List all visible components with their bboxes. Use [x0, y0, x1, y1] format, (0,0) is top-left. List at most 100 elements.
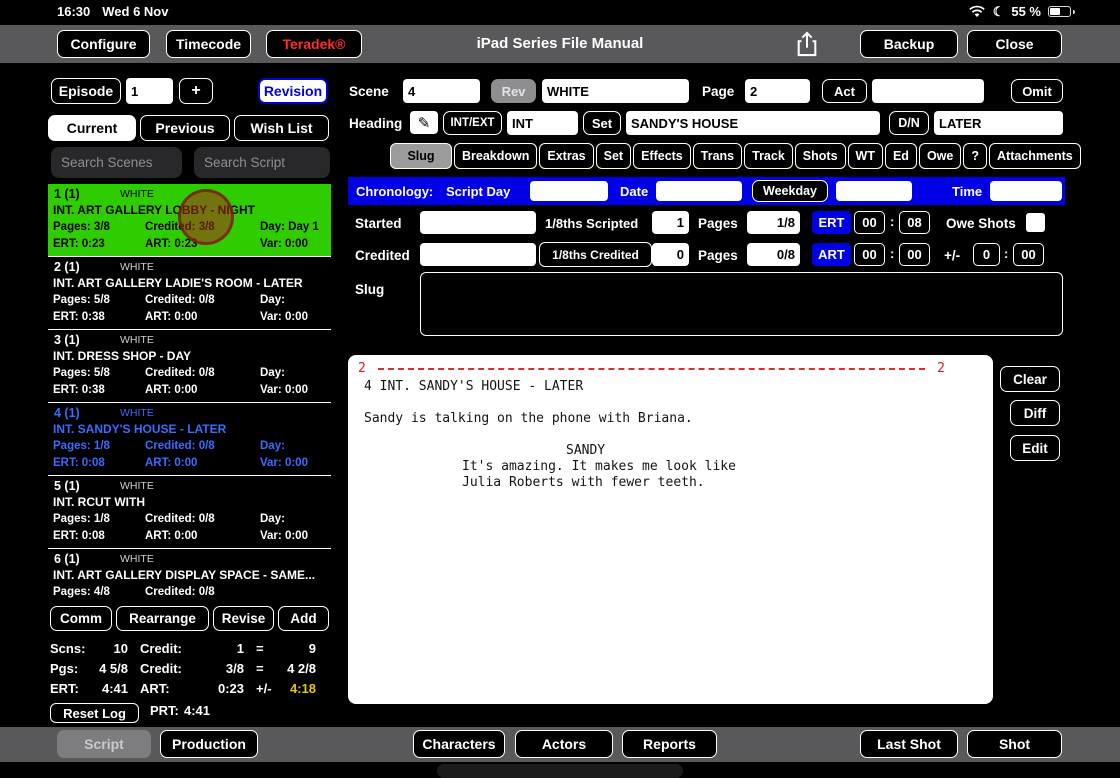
- reset-log-button[interactable]: Reset Log: [50, 703, 139, 723]
- slug-textarea[interactable]: [420, 272, 1063, 336]
- tab-previous[interactable]: Previous: [140, 115, 230, 141]
- share-icon[interactable]: [792, 29, 822, 59]
- art-value: 0:00: [174, 530, 198, 542]
- reports-button[interactable]: Reports: [622, 730, 717, 758]
- ert-hours-input[interactable]: 00: [854, 211, 885, 234]
- day-night-button[interactable]: D/N: [889, 111, 929, 135]
- production-button[interactable]: Production: [160, 730, 258, 758]
- time-input[interactable]: [990, 181, 1062, 201]
- weekday-button[interactable]: Weekday: [752, 180, 828, 202]
- int-ext-input[interactable]: [507, 111, 578, 135]
- omit-button[interactable]: Omit: [1011, 79, 1063, 103]
- scene-row-6[interactable]: 6 (1) WHITE INT. ART GALLERY DISPLAY SPAC…: [48, 549, 331, 602]
- revise-button[interactable]: Revise: [213, 606, 274, 631]
- add-button[interactable]: Add: [278, 606, 329, 631]
- heading-sign-checkbox[interactable]: ✎: [410, 111, 438, 134]
- tab-current[interactable]: Current: [48, 115, 136, 141]
- scene-detail-panel: Scene Rev Page Act Omit Heading ✎ INT/EX…: [340, 70, 1081, 727]
- credited-input[interactable]: [420, 243, 536, 266]
- variance-minutes-input[interactable]: 00: [1013, 243, 1044, 266]
- started-input[interactable]: [420, 211, 536, 234]
- tab-wish-list[interactable]: Wish List: [234, 115, 329, 141]
- tab-extras[interactable]: Extras: [539, 143, 594, 169]
- tab-shots[interactable]: Shots: [794, 143, 846, 169]
- tab-breakdown[interactable]: Breakdown: [454, 143, 538, 169]
- owe-shots-checkbox[interactable]: [1026, 213, 1045, 232]
- ert-value: 0:08: [81, 457, 105, 469]
- pages-label: Pages:: [53, 440, 91, 452]
- scene-row-1[interactable]: 1 (1) WHITE INT. ART GALLERY LOBBY - NIGH…: [48, 184, 331, 257]
- variance-hours-input[interactable]: 0: [973, 243, 1000, 266]
- date-input[interactable]: [656, 181, 742, 201]
- diff-button[interactable]: Diff: [1010, 400, 1060, 426]
- backup-button[interactable]: Backup: [860, 30, 958, 58]
- totals-summary: Scns: 10 Credit: 1 = 9 Pgs: 4 5/8 Credit…: [48, 641, 331, 723]
- pages-scripted-input[interactable]: [747, 211, 800, 234]
- tab-wt[interactable]: WT: [847, 143, 883, 169]
- timecode-button[interactable]: Timecode: [166, 30, 251, 58]
- rev-button[interactable]: Rev: [491, 79, 536, 103]
- tab-help[interactable]: ?: [963, 143, 987, 169]
- art-minutes-input[interactable]: 00: [899, 243, 930, 266]
- clear-button[interactable]: Clear: [1000, 366, 1060, 392]
- close-button[interactable]: Close: [967, 30, 1062, 58]
- day-night-input[interactable]: [934, 111, 1063, 135]
- credited-value: 0/8: [198, 513, 215, 525]
- shot-button[interactable]: Shot: [967, 730, 1062, 758]
- revision-color-input[interactable]: [542, 79, 689, 103]
- tab-slug[interactable]: Slug: [390, 143, 452, 169]
- pages-label: Pages:: [53, 586, 91, 598]
- script-button[interactable]: Script: [57, 730, 151, 758]
- set-input[interactable]: [626, 111, 880, 135]
- teradek-button[interactable]: Teradek®: [266, 30, 362, 58]
- credited-label: Credited:: [145, 294, 196, 306]
- tab-owe[interactable]: Owe: [918, 143, 962, 169]
- script-day-input[interactable]: [530, 181, 608, 201]
- configure-button[interactable]: Configure: [57, 30, 150, 58]
- page-number-input[interactable]: [745, 79, 810, 103]
- comm-button[interactable]: Comm: [50, 606, 112, 631]
- revision-button[interactable]: Revision: [258, 78, 328, 104]
- pages-credited-input[interactable]: [747, 243, 800, 266]
- dialogue-line: It's amazing. It makes me look like: [462, 459, 736, 474]
- ert-minutes-input[interactable]: 08: [899, 211, 930, 234]
- scene-row-4[interactable]: 4 (1) WHITE INT. SANDY'S HOUSE - LATER Pa…: [48, 403, 331, 476]
- episode-number-input[interactable]: [126, 78, 173, 104]
- weekday-input[interactable]: [836, 181, 912, 201]
- characters-button[interactable]: Characters: [413, 730, 505, 758]
- art-hours-input[interactable]: 00: [854, 243, 885, 266]
- eighths-scripted-input[interactable]: [652, 211, 689, 234]
- actors-button[interactable]: Actors: [515, 730, 613, 758]
- edit-button[interactable]: Edit: [1010, 435, 1060, 461]
- revision-color: WHITE: [120, 480, 154, 492]
- script-preview[interactable]: 2 2 4 INT. SANDY'S HOUSE - LATER Sandy i…: [348, 355, 993, 704]
- pages-label: Pages:: [53, 294, 91, 306]
- act-input[interactable]: [872, 79, 984, 103]
- ert-chip: ERT: [812, 211, 851, 234]
- tab-track[interactable]: Track: [744, 143, 793, 169]
- scene-number-input[interactable]: [403, 79, 480, 103]
- add-episode-button[interactable]: +: [179, 78, 213, 104]
- ert-label: ERT:: [53, 238, 79, 250]
- tab-trans[interactable]: Trans: [692, 143, 743, 169]
- tab-effects[interactable]: Effects: [633, 143, 691, 169]
- day-label: Day:: [260, 513, 285, 525]
- set-button[interactable]: Set: [583, 111, 621, 135]
- act-button[interactable]: Act: [822, 79, 867, 103]
- tab-set[interactable]: Set: [595, 143, 632, 169]
- scene-row-2[interactable]: 2 (1) WHITE INT. ART GALLERY LADIE'S ROOM…: [48, 257, 331, 330]
- scene-row-3[interactable]: 3 (1) WHITE INT. DRESS SHOP - DAY Pages: …: [48, 330, 331, 403]
- home-indicator[interactable]: [437, 764, 683, 778]
- eighths-credited-input[interactable]: [652, 243, 689, 266]
- search-script-input[interactable]: [194, 147, 330, 178]
- ert-value: 0:38: [81, 311, 105, 323]
- int-ext-button[interactable]: INT/EXT: [443, 111, 502, 135]
- episode-button[interactable]: Episode: [51, 78, 121, 104]
- last-shot-button[interactable]: Last Shot: [860, 730, 958, 758]
- search-scenes-input[interactable]: [51, 147, 182, 178]
- tab-attachments[interactable]: Attachments: [989, 143, 1081, 169]
- rearrange-button[interactable]: Rearrange: [116, 606, 209, 631]
- eighths-credited-button[interactable]: 1/8ths Credited: [539, 242, 652, 267]
- scene-row-5[interactable]: 5 (1) WHITE INT. RCUT WITH Pages: 1/8 Cre…: [48, 476, 331, 549]
- tab-ed[interactable]: Ed: [884, 143, 917, 169]
